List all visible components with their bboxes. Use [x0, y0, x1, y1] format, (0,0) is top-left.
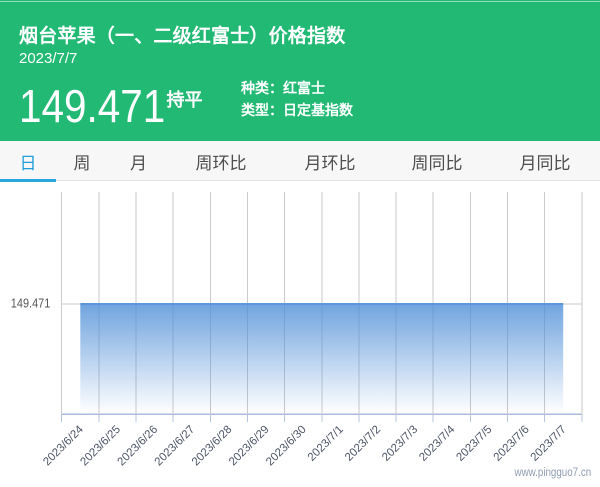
svg-text:2023/6/30: 2023/6/30 [264, 424, 309, 469]
svg-text:2023/7/6: 2023/7/6 [492, 424, 532, 464]
svg-text:2023/7/5: 2023/7/5 [454, 424, 494, 464]
svg-text:2023/7/4: 2023/7/4 [417, 423, 458, 464]
svg-text:2023/7/2: 2023/7/2 [343, 424, 383, 464]
svg-text:2023/7/1: 2023/7/1 [306, 424, 346, 464]
svg-text:149.471: 149.471 [11, 297, 51, 311]
svg-text:2023/7/3: 2023/7/3 [380, 424, 420, 464]
svg-text:2023/7/7: 2023/7/7 [529, 424, 569, 464]
